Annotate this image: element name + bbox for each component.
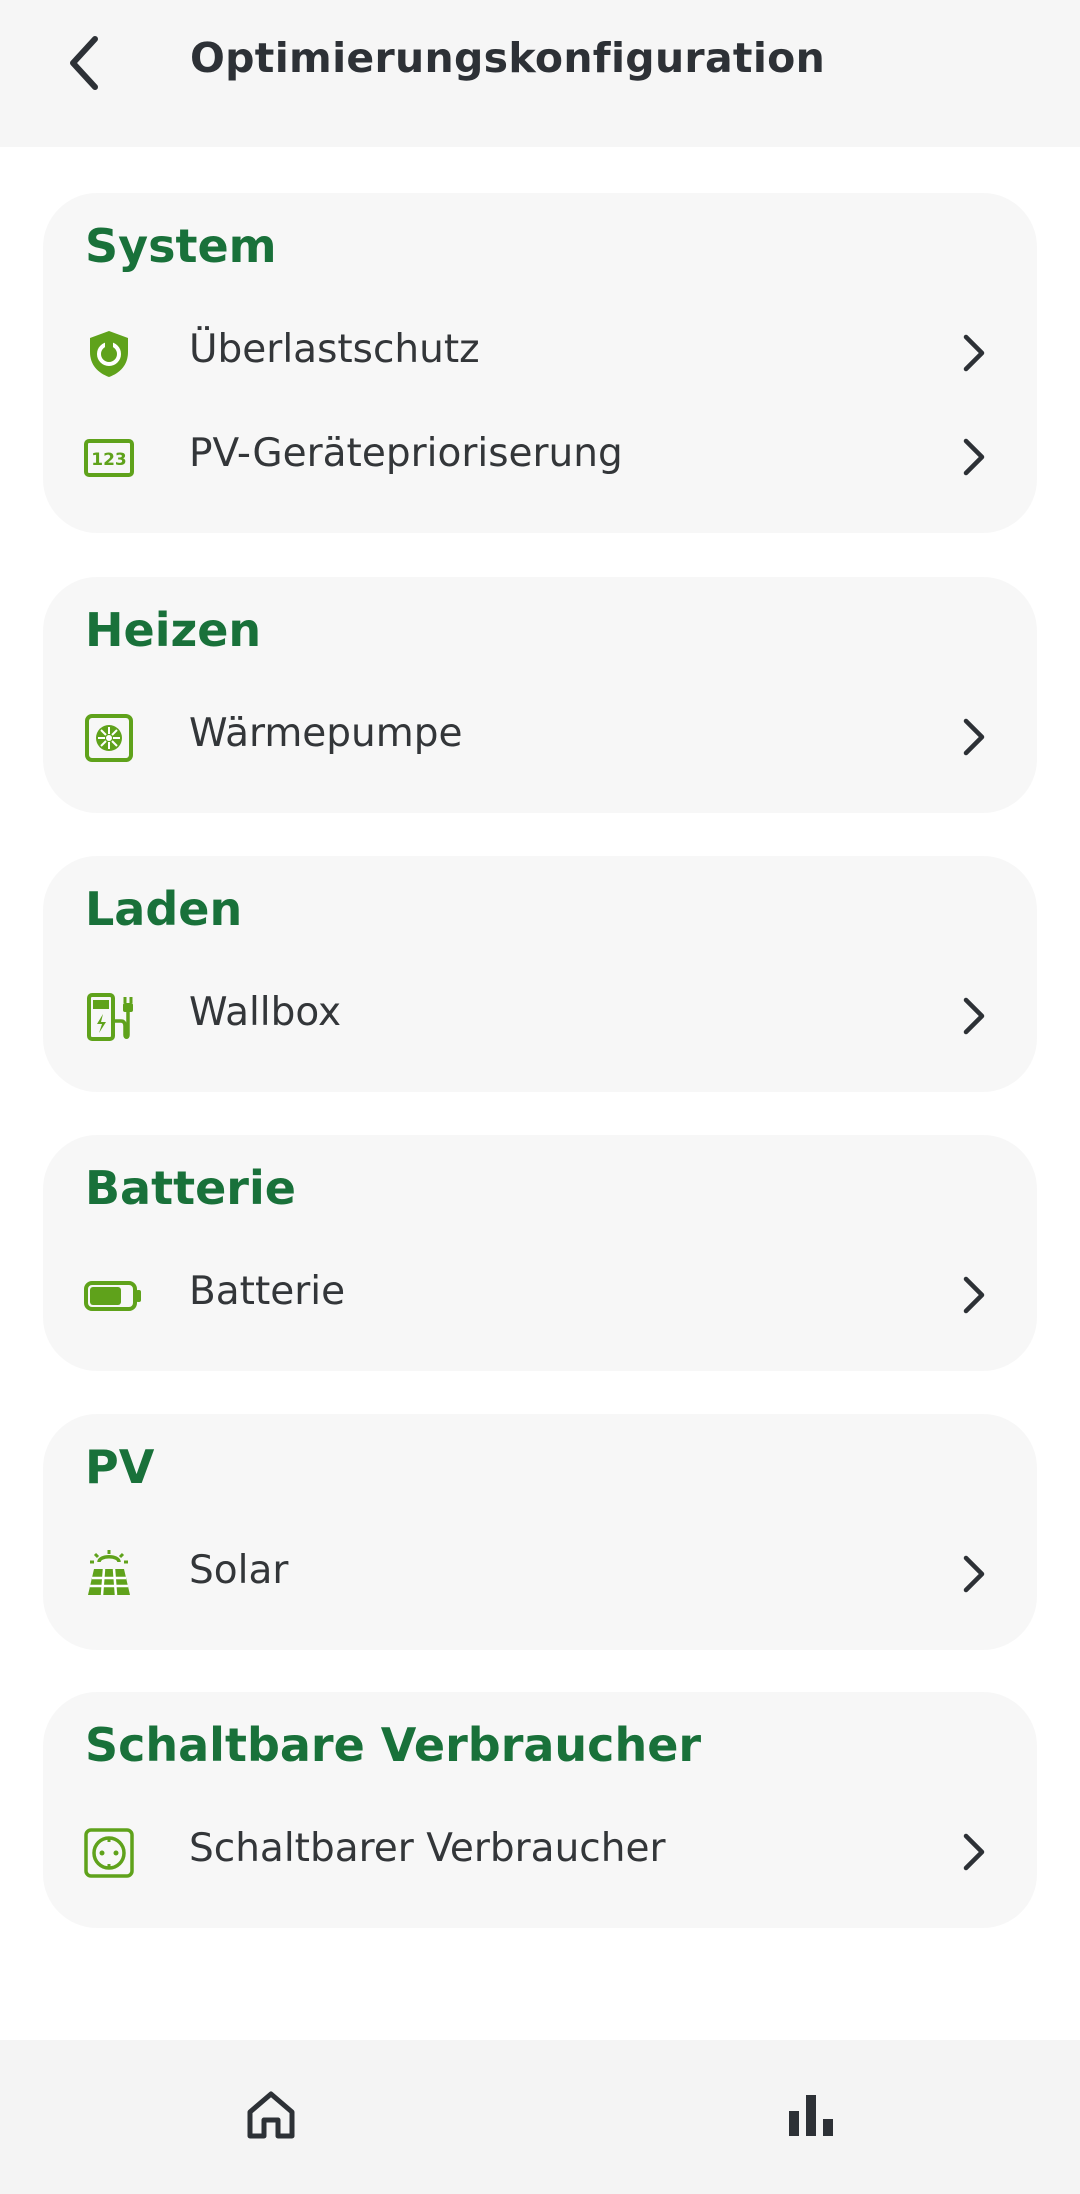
list-item-label: Solar (189, 1548, 289, 1593)
section-laden: Laden Wallbox (43, 856, 1037, 1092)
list-item-waermepumpe[interactable]: Wärmepumpe (43, 687, 1037, 787)
chevron-right-icon (963, 718, 985, 756)
list-item-label: Batterie (189, 1269, 346, 1314)
list-item-solar[interactable]: Solar (43, 1524, 1037, 1624)
chevron-right-icon (963, 334, 985, 372)
chevron-right-icon (963, 438, 985, 476)
battery-icon (84, 1281, 141, 1311)
section-heizen: Heizen Wärmepumpe (43, 577, 1037, 813)
arrow-left-icon (70, 36, 98, 90)
svg-text:123: 123 (91, 450, 127, 470)
bottom-navigation (0, 2040, 1080, 2194)
list-item-wallbox[interactable]: Wallbox (43, 966, 1037, 1066)
section-title: Batterie (85, 1161, 296, 1215)
section-batterie: Batterie Batterie (43, 1135, 1037, 1371)
section-title: Schaltbare Verbraucher (85, 1718, 702, 1772)
list-item-label: Schaltbarer Verbraucher (189, 1826, 666, 1871)
section-title: PV (85, 1440, 155, 1494)
back-button[interactable] (50, 28, 120, 98)
nav-home-button[interactable] (236, 2080, 306, 2150)
list-item-ueberlastschutz[interactable]: Überlastschutz (43, 303, 1037, 403)
list-item-label: PV-Geräteprioriserung (189, 431, 623, 476)
chevron-right-icon (963, 1833, 985, 1871)
chevron-right-icon (963, 997, 985, 1035)
app-header: Optimierungskonfiguration (0, 0, 1080, 147)
heat-pump-icon (85, 714, 133, 762)
list-item-pv-priorisierung[interactable]: 123 PV-Geräteprioriserung (43, 407, 1037, 507)
section-title: Heizen (85, 603, 262, 657)
list-item-label: Überlastschutz (189, 327, 480, 372)
list-item-label: Wallbox (189, 990, 342, 1035)
chevron-right-icon (963, 1555, 985, 1593)
home-icon (247, 2091, 295, 2139)
section-title: System (85, 219, 277, 273)
nav-statistics-button[interactable] (776, 2080, 846, 2150)
power-socket-icon (84, 1828, 134, 1878)
section-title: Laden (85, 882, 243, 936)
section-pv: PV Solar (43, 1414, 1037, 1650)
page-title: Optimierungskonfiguration (190, 34, 826, 82)
bar-chart-icon (789, 2095, 833, 2136)
solar-panel-icon (88, 1550, 130, 1596)
section-schaltbare-verbraucher: Schaltbare Verbraucher Schaltbarer Verbr… (43, 1692, 1037, 1928)
numbers-123-icon: 123 (84, 439, 134, 477)
list-item-batterie[interactable]: Batterie (43, 1245, 1037, 1345)
section-system: System Überlastschutz 123 PV-Geräteprior… (43, 193, 1037, 533)
list-item-schaltbarer-verbraucher[interactable]: Schaltbarer Verbraucher (43, 1802, 1037, 1902)
chevron-right-icon (963, 1276, 985, 1314)
ev-charger-icon (87, 993, 133, 1041)
shield-icon (90, 331, 128, 377)
list-item-label: Wärmepumpe (189, 711, 463, 756)
